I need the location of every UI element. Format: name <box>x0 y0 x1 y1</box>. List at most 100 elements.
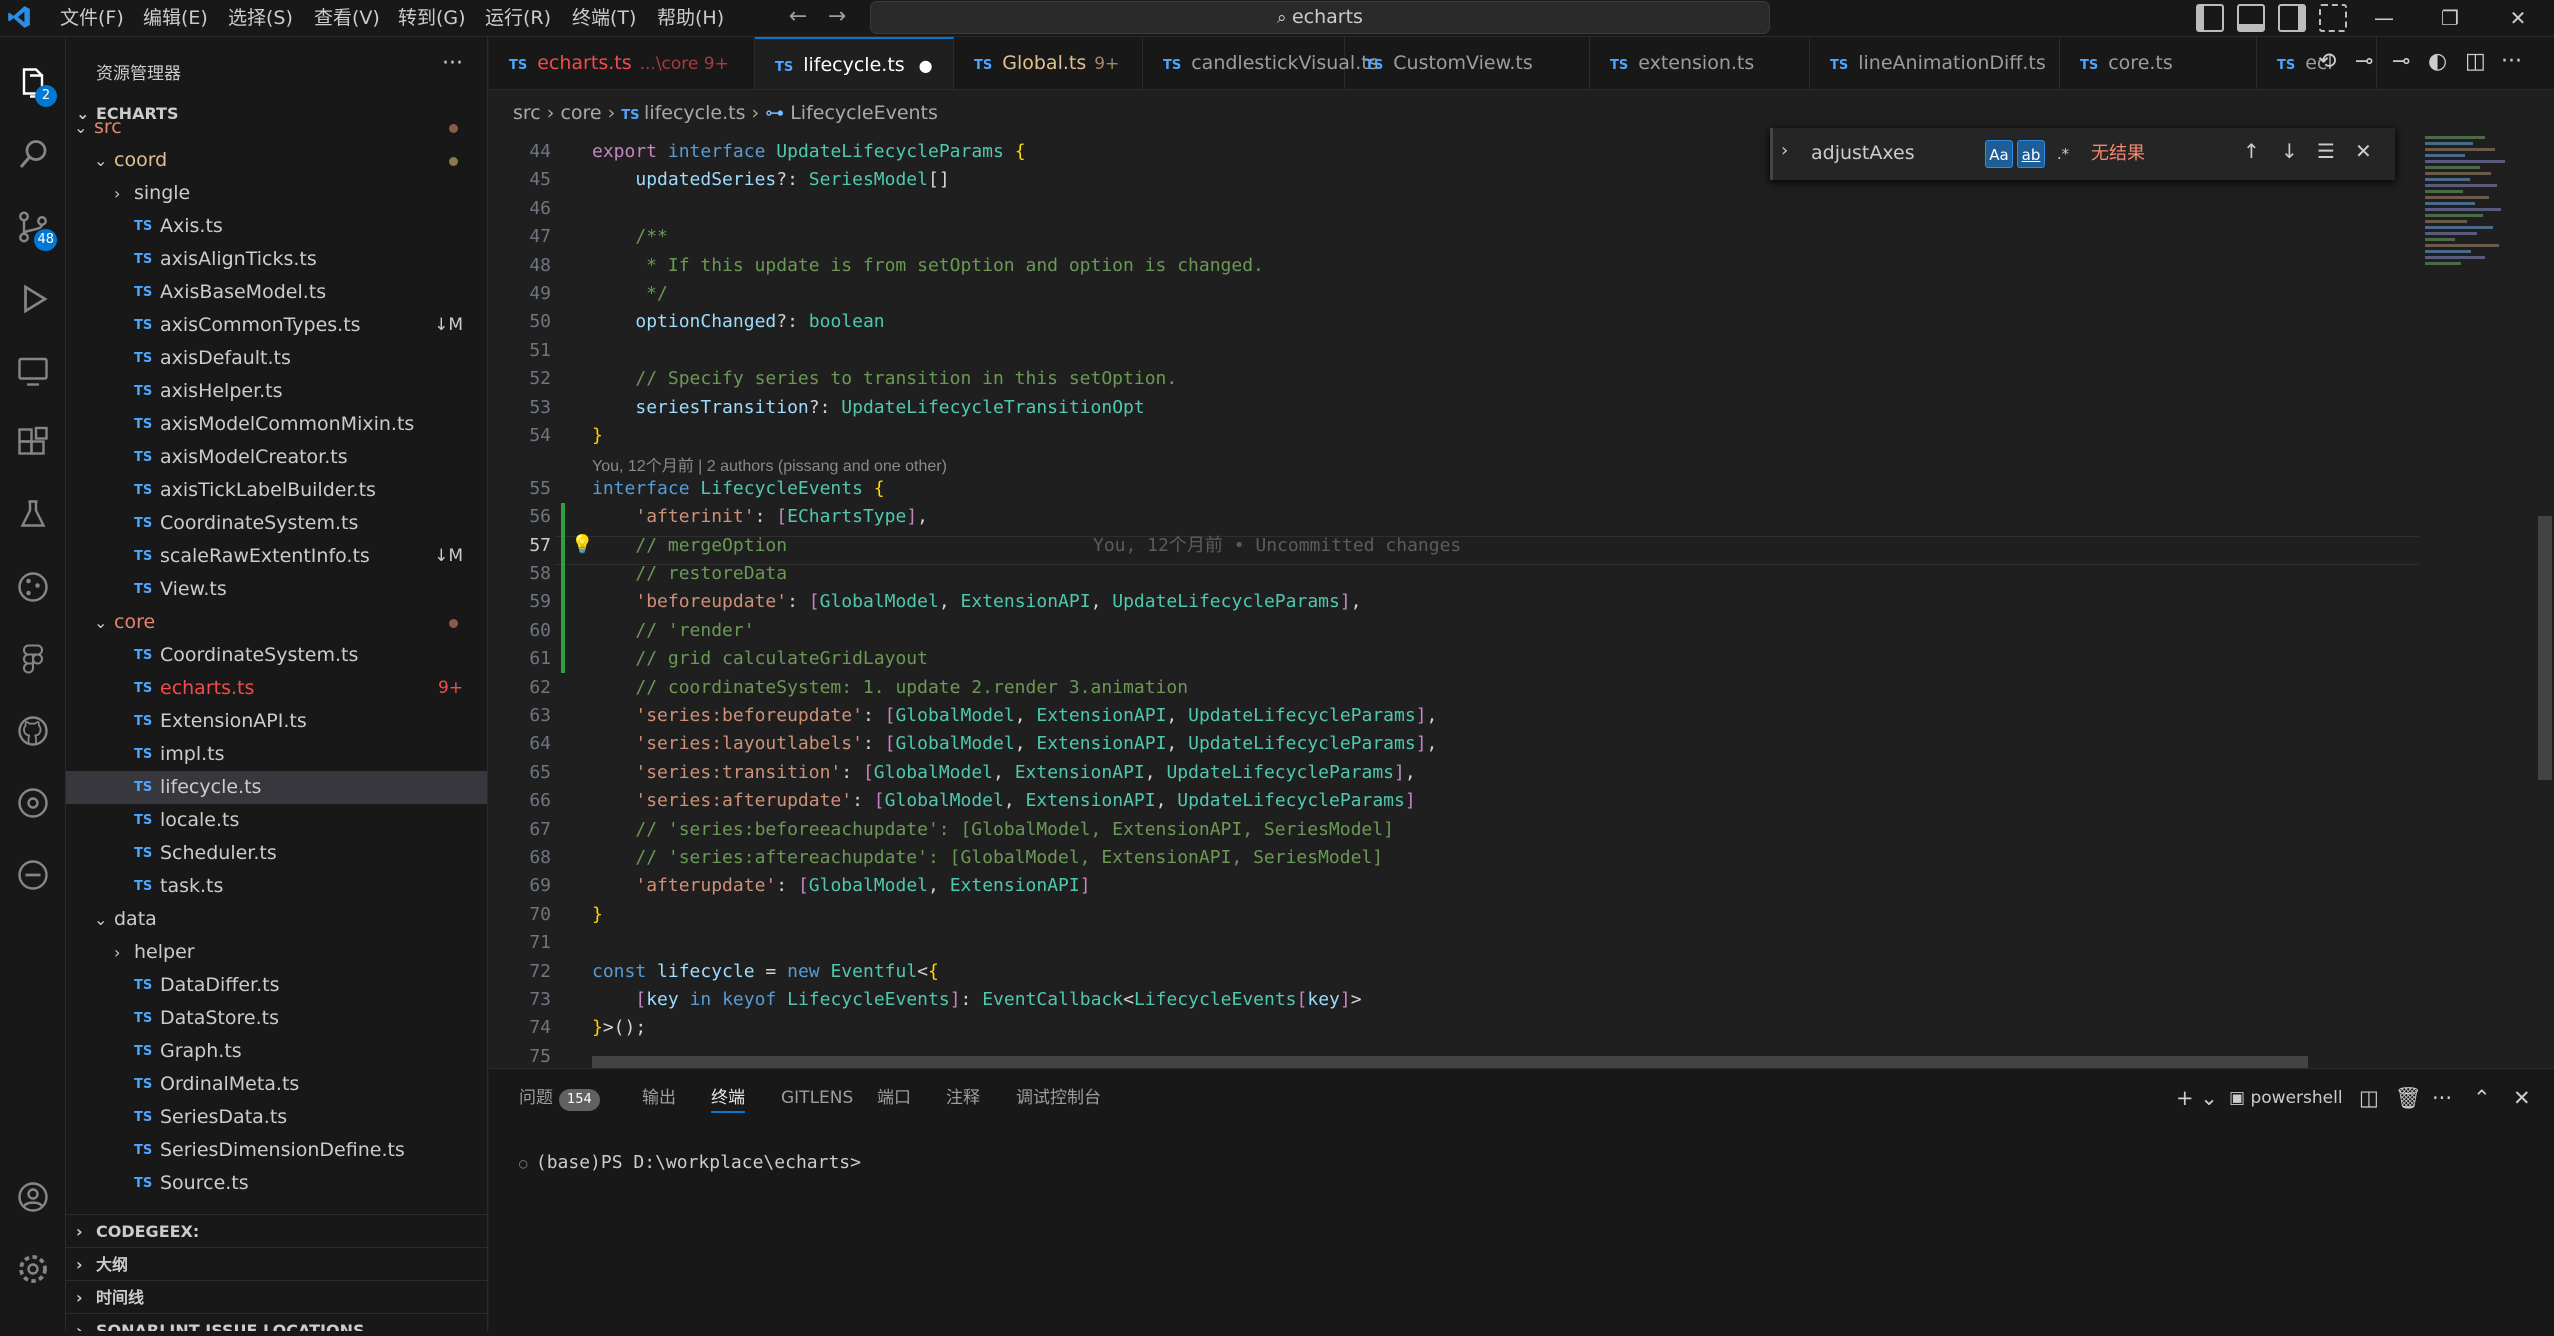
back-arrow-icon[interactable]: ← <box>783 2 813 32</box>
tree-file[interactable]: TS Axis.ts <box>66 210 487 243</box>
run-debug-icon[interactable] <box>11 277 55 321</box>
codegeex-icon[interactable] <box>11 853 55 897</box>
restore-icon[interactable]: ❐ <box>2420 0 2480 37</box>
gitlens-blame-icon[interactable]: ◐ <box>2428 49 2447 74</box>
tree-folder[interactable]: › single <box>66 177 487 210</box>
tree-file[interactable]: TS AxisBaseModel.ts <box>66 276 487 309</box>
editor-tab[interactable]: TS CustomView.ts <box>1345 37 1590 89</box>
minimize-icon[interactable]: — <box>2354 0 2414 37</box>
lightbulb-icon[interactable]: 💡 <box>571 531 593 559</box>
tree-file[interactable]: TS axisModelCreator.ts <box>66 441 487 474</box>
menu-item[interactable]: 查看(V) <box>314 0 380 37</box>
tree-file[interactable]: TS impl.ts <box>66 738 487 771</box>
more-actions-icon[interactable]: ··· <box>2501 49 2522 74</box>
git-compare-icon[interactable]: ⊸ <box>2355 49 2373 74</box>
editor-vertical-scrollbar[interactable] <box>2538 516 2552 780</box>
sidebar-section[interactable]: › SONARLINT ISSUE LOCATIONS <box>66 1313 487 1331</box>
tree-folder[interactable]: ⌄ data <box>66 903 487 936</box>
toggle-primary-sidebar-icon[interactable] <box>2196 4 2224 32</box>
terminal-shell-selector[interactable]: ▣ powershell <box>2229 1083 2343 1113</box>
extensions-icon[interactable] <box>11 421 55 465</box>
github-icon[interactable] <box>11 709 55 753</box>
editor-tab[interactable]: TS extension.ts <box>1590 37 1810 89</box>
remote-explorer-icon[interactable] <box>11 349 55 393</box>
sidebar-section[interactable]: › 大纲 <box>66 1247 487 1280</box>
editor-tab[interactable]: TS echarts.ts ...\core 9+ <box>489 37 755 89</box>
breadcrumb-core[interactable]: core <box>560 102 601 124</box>
terminal-output[interactable]: ○ (base)PS D:\workplace\echarts> <box>519 1152 861 1173</box>
tree-file[interactable]: TS OrdinalMeta.ts <box>66 1068 487 1101</box>
split-editor-icon[interactable]: ◫ <box>2465 49 2486 74</box>
gitlens-inspect-icon[interactable] <box>11 781 55 825</box>
tree-folder[interactable]: ⌄ src <box>66 111 487 144</box>
panel-tab[interactable]: 调试控制台 <box>1016 1083 1101 1113</box>
breadcrumb-symbol[interactable]: LifecycleEvents <box>790 102 938 124</box>
panel-tab[interactable]: 输出 <box>642 1083 676 1113</box>
git-open-changes-icon[interactable]: ⊸ <box>2392 49 2410 74</box>
close-panel-icon[interactable]: ✕ <box>2513 1083 2531 1113</box>
vscode-logo-icon[interactable] <box>6 4 32 30</box>
tree-file[interactable]: TS echarts.ts 9+ <box>66 672 487 705</box>
forward-arrow-icon[interactable]: → <box>822 2 852 32</box>
editor-tab[interactable]: TS candlestickVisual.ts <box>1143 37 1379 89</box>
tree-file[interactable]: TS CoordinateSystem.ts <box>66 639 487 672</box>
previous-match-arrow-icon[interactable]: ↑ <box>2243 139 2260 163</box>
tree-file[interactable]: TS DataStore.ts <box>66 1002 487 1035</box>
tree-folder[interactable]: ⌄ coord <box>66 144 487 177</box>
panel-tab[interactable]: 注释 <box>946 1083 980 1113</box>
tree-folder[interactable]: ⌄ core <box>66 606 487 639</box>
explorer-icon[interactable]: 2 <box>11 61 57 107</box>
tree-file[interactable]: TS Scheduler.ts <box>66 837 487 870</box>
breadcrumb-file[interactable]: lifecycle.ts <box>644 102 745 124</box>
panel-tab[interactable]: GITLENS <box>781 1083 853 1113</box>
tree-file[interactable]: TS scaleRawExtentInfo.ts ↓M <box>66 540 487 573</box>
menu-item[interactable]: 帮助(H) <box>657 0 724 37</box>
new-terminal-plus-icon[interactable]: + ⌄ <box>2176 1083 2218 1113</box>
panel-tab[interactable]: 终端 <box>711 1083 745 1113</box>
tree-file[interactable]: TS SeriesData.ts <box>66 1101 487 1134</box>
whole-word-toggle[interactable]: ab <box>2017 140 2045 168</box>
tree-file[interactable]: TS View.ts <box>66 573 487 606</box>
unsaved-dot-icon[interactable]: ● <box>919 56 933 75</box>
tree-file[interactable]: TS DataDiffer.ts <box>66 969 487 1002</box>
tree-file[interactable]: TS Graph.ts <box>66 1035 487 1068</box>
tree-file[interactable]: TS Source.ts <box>66 1167 487 1200</box>
regex-toggle[interactable]: .* <box>2049 140 2077 168</box>
tree-file[interactable]: TS locale.ts <box>66 804 487 837</box>
maximize-panel-chevron-up-icon[interactable]: ⌃ <box>2473 1083 2491 1113</box>
codelens-authors[interactable]: You, 12个月前 | 2 authors (pissang and one … <box>592 452 947 476</box>
menu-item[interactable]: 选择(S) <box>228 0 293 37</box>
source-control-icon[interactable]: 48 <box>11 205 57 251</box>
editor-tab[interactable]: TS lifecycle.ts ● <box>755 37 954 89</box>
close-find-icon[interactable]: ✕ <box>2355 139 2372 163</box>
command-center-search[interactable]: ⌕ echarts <box>870 1 1770 34</box>
menu-item[interactable]: 终端(T) <box>572 0 636 37</box>
sidebar-section[interactable]: › 时间线 <box>66 1280 487 1313</box>
tree-file[interactable]: TS ExtensionAPI.ts <box>66 705 487 738</box>
tree-file[interactable]: TS axisModelCommonMixin.ts <box>66 408 487 441</box>
account-icon[interactable] <box>11 1175 55 1219</box>
menu-item[interactable]: 转到(G) <box>398 0 466 37</box>
menu-item[interactable]: 运行(R) <box>485 0 551 37</box>
toggle-panel-icon[interactable] <box>2237 4 2265 32</box>
sidebar-section[interactable]: › CODEGEEX: <box>66 1214 487 1247</box>
timeline-back-icon[interactable]: ⟲ <box>2318 49 2336 74</box>
tree-file[interactable]: TS lifecycle.ts <box>66 771 487 804</box>
tree-file[interactable]: TS axisAlignTicks.ts <box>66 243 487 276</box>
more-actions-icon[interactable]: ··· <box>442 51 463 76</box>
tree-file[interactable]: TS CoordinateSystem.ts <box>66 507 487 540</box>
match-case-toggle[interactable]: Aa <box>1985 140 2013 168</box>
menu-item[interactable]: 文件(F) <box>60 0 124 37</box>
editor-horizontal-scrollbar[interactable] <box>592 1056 2308 1068</box>
figma-icon[interactable] <box>11 637 55 681</box>
git-graph-icon[interactable] <box>11 565 55 609</box>
split-terminal-icon[interactable]: ◫ <box>2359 1083 2379 1113</box>
search-sidebar-icon[interactable] <box>11 133 55 177</box>
panel-tab[interactable]: 端口 <box>877 1083 911 1113</box>
editor-tab[interactable]: TS core.ts <box>2060 37 2257 89</box>
settings-gear-icon[interactable] <box>11 1247 55 1291</box>
menu-item[interactable]: 编辑(E) <box>143 0 208 37</box>
tree-file[interactable]: TS axisTickLabelBuilder.ts <box>66 474 487 507</box>
customize-layout-icon[interactable] <box>2319 4 2347 32</box>
editor-tab[interactable]: TS lineAnimationDiff.ts <box>1810 37 2060 89</box>
